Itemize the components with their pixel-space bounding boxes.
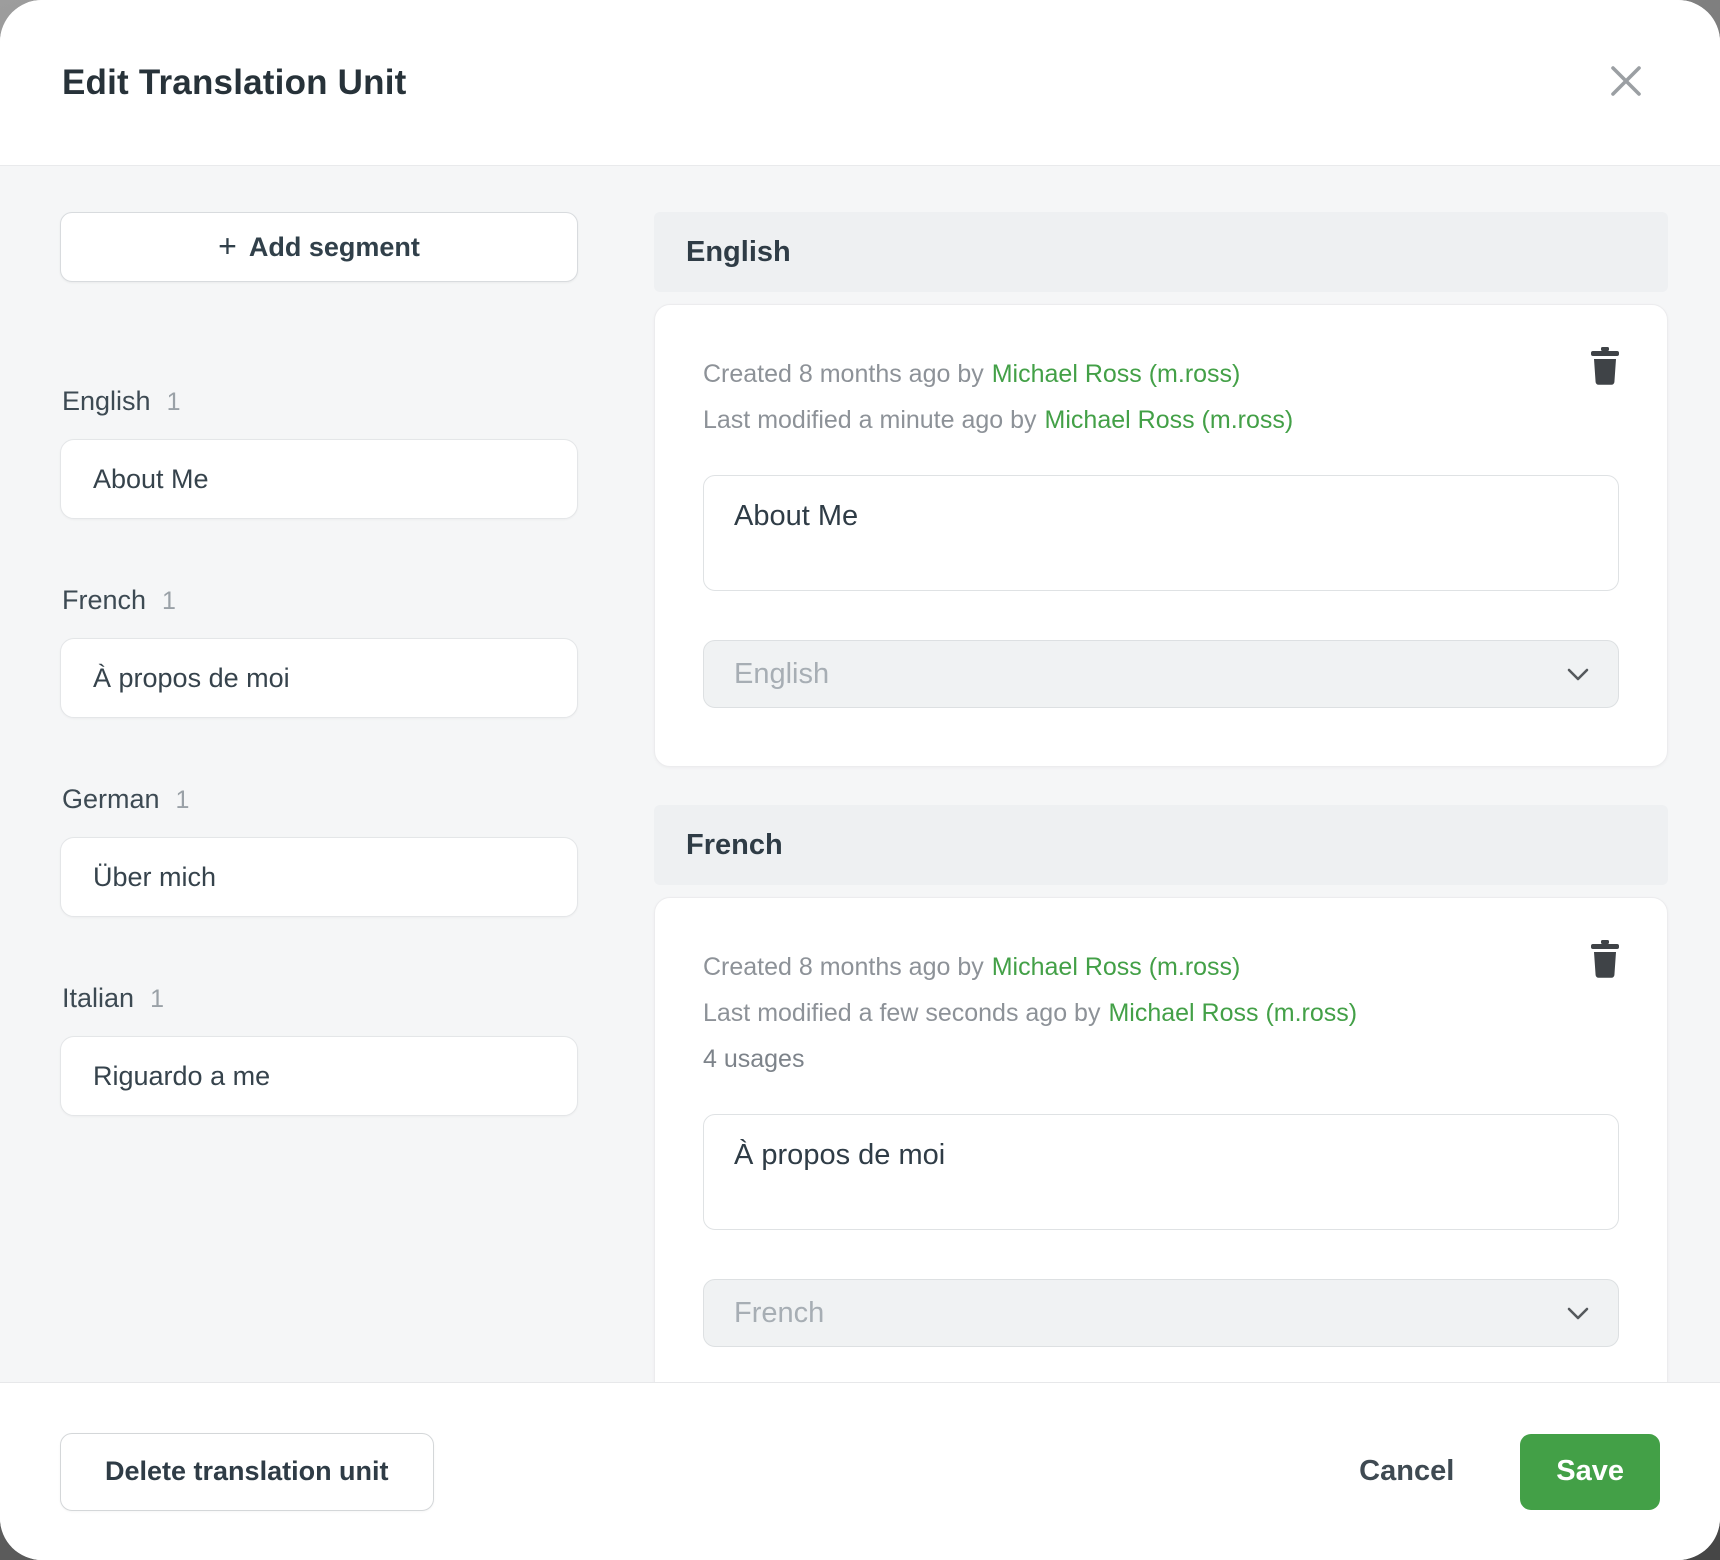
language-select[interactable]: French (703, 1279, 1619, 1347)
segment-language: German (62, 784, 160, 815)
add-segment-button[interactable]: + Add segment (60, 212, 578, 282)
panel-card: Created 8 months ago by Michael Ross (m.r… (654, 897, 1668, 1382)
segment-group-german: German 1 Über mich (60, 784, 578, 917)
modified-line: Last modified a minute ago by Michael Ros… (703, 397, 1619, 443)
segment-label-row: English 1 (60, 386, 578, 417)
segment-label-row: French 1 (60, 585, 578, 616)
segment-editors: English Created 8 months ago byMichael (654, 212, 1668, 1382)
footer-actions: Cancel Save (1359, 1434, 1660, 1510)
save-button[interactable]: Save (1520, 1434, 1660, 1510)
segment-text-input[interactable] (703, 1114, 1619, 1230)
segment-count: 1 (176, 786, 190, 815)
segment-language: Italian (62, 983, 134, 1014)
segment-label-row: Italian 1 (60, 983, 578, 1014)
language-select[interactable]: English (703, 640, 1619, 708)
trash-icon (1589, 347, 1621, 388)
segment-group-italian: Italian 1 Riguardo a me (60, 983, 578, 1116)
segment-label-row: German 1 (60, 784, 578, 815)
segment-text-input[interactable] (703, 475, 1619, 591)
trash-icon (1589, 940, 1621, 981)
created-prefix: Created 8 months ago by (703, 360, 984, 388)
segment-card-german[interactable]: Über mich (60, 837, 578, 917)
panel-card: Created 8 months ago by Michael Ross (m.r… (654, 304, 1668, 767)
segment-count: 1 (150, 985, 164, 1014)
modal-header: Edit Translation Unit (0, 0, 1720, 166)
add-segment-label: Add segment (249, 232, 420, 263)
delete-translation-unit-button[interactable]: Delete translation unit (60, 1433, 434, 1511)
delete-segment-button[interactable] (1587, 347, 1623, 387)
close-button[interactable] (1602, 59, 1650, 107)
modal-body: + Add segment English 1 About Me French … (0, 166, 1720, 1382)
panel-english: English Created 8 months ago byMichael (654, 212, 1668, 767)
modified-user-link[interactable]: Michael Ross (m.ross) (1045, 406, 1294, 434)
created-line: Created 8 months ago by Michael Ross (m.r… (703, 944, 1619, 990)
segment-count: 1 (162, 587, 176, 616)
created-user-link[interactable]: Michael Ross (m.ross) (992, 360, 1241, 388)
modified-prefix: Last modified a minute ago by (703, 406, 1037, 434)
segment-card-english[interactable]: About Me (60, 439, 578, 519)
segment-group-french: French 1 À propos de moi (60, 585, 578, 718)
chevron-down-icon (1566, 1297, 1590, 1330)
segment-language: French (62, 585, 146, 616)
usages-count: 4 usages (703, 1036, 1619, 1082)
chevron-down-icon (1566, 658, 1590, 691)
close-icon (1608, 63, 1644, 102)
modified-user-link[interactable]: Michael Ross (m.ross) (1108, 999, 1357, 1027)
created-user-link[interactable]: Michael Ross (m.ross) (992, 953, 1241, 981)
panel-heading: English (654, 212, 1668, 292)
edit-translation-unit-modal: Edit Translation Unit + Add segment Engl… (0, 0, 1720, 1560)
language-select-value: French (734, 1297, 824, 1330)
segment-sidebar: + Add segment English 1 About Me French … (60, 212, 578, 1382)
page-title: Edit Translation Unit (62, 63, 407, 103)
segment-card-french[interactable]: À propos de moi (60, 638, 578, 718)
segment-card-italian[interactable]: Riguardo a me (60, 1036, 578, 1116)
modal-footer: Delete translation unit Cancel Save (0, 1382, 1720, 1560)
cancel-button[interactable]: Cancel (1359, 1455, 1454, 1488)
panel-french: French Created 8 months ago byMichael R (654, 805, 1668, 1382)
delete-segment-button[interactable] (1587, 940, 1623, 980)
modified-prefix: Last modified a few seconds ago by (703, 999, 1100, 1027)
created-prefix: Created 8 months ago by (703, 953, 984, 981)
segment-count: 1 (167, 388, 181, 417)
modified-line: Last modified a few seconds ago by Michae… (703, 990, 1619, 1036)
language-select-value: English (734, 658, 829, 691)
plus-icon: + (218, 228, 237, 265)
created-line: Created 8 months ago by Michael Ross (m.r… (703, 351, 1619, 397)
segment-group-english: English 1 About Me (60, 386, 578, 519)
segment-language: English (62, 386, 151, 417)
panel-heading: French (654, 805, 1668, 885)
